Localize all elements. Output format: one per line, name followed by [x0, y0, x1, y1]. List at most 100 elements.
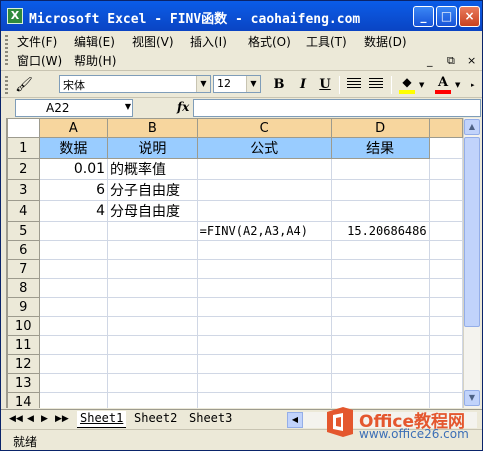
cell-c1[interactable]: 公式: [196, 137, 332, 159]
cell[interactable]: [428, 137, 463, 159]
chevron-down-icon[interactable]: ▼: [125, 102, 131, 111]
cell[interactable]: [196, 392, 332, 408]
cell[interactable]: [107, 297, 198, 317]
cell-b2[interactable]: 的概率值: [107, 158, 198, 180]
row-header[interactable]: 10: [7, 316, 40, 336]
row-header[interactable]: 5: [7, 221, 40, 241]
formula-input[interactable]: [193, 99, 481, 117]
column-header-d[interactable]: D: [330, 118, 430, 138]
close-button[interactable]: ×: [459, 6, 480, 27]
cell[interactable]: [330, 335, 430, 355]
font-size-select[interactable]: 12 ▼: [213, 75, 261, 93]
cell[interactable]: [38, 373, 109, 393]
title-bar[interactable]: X Microsoft Excel - FINV函数 - caohaifeng.…: [1, 1, 482, 31]
cell[interactable]: [107, 354, 198, 374]
row-header[interactable]: 2: [7, 158, 40, 180]
chevron-down-icon[interactable]: ▼: [196, 76, 210, 92]
cell[interactable]: [330, 259, 430, 279]
column-header-c[interactable]: C: [196, 118, 332, 138]
cell[interactable]: [38, 335, 109, 355]
scroll-up-button[interactable]: ▲: [464, 119, 480, 135]
column-header-b[interactable]: B: [107, 118, 198, 138]
cell[interactable]: [38, 240, 109, 260]
menu-data[interactable]: 数据(D): [364, 33, 407, 51]
cell-d3[interactable]: [330, 179, 430, 201]
chevron-down-icon[interactable]: ▼: [455, 81, 460, 89]
cell-a2[interactable]: 0.01: [38, 158, 109, 180]
cell-c4[interactable]: [196, 200, 332, 222]
cell[interactable]: [428, 259, 463, 279]
cell-a1[interactable]: 数据: [38, 137, 109, 159]
excel-app-icon[interactable]: X: [7, 8, 23, 24]
chevron-down-icon[interactable]: ▼: [246, 76, 260, 92]
vertical-scrollbar[interactable]: ▲ ▼: [463, 118, 480, 408]
maximize-button[interactable]: □: [436, 6, 457, 27]
underline-button[interactable]: U: [315, 76, 335, 94]
font-color-button[interactable]: A: [433, 75, 453, 95]
row-header[interactable]: 7: [7, 259, 40, 279]
doc-restore-button[interactable]: ⧉: [447, 54, 455, 68]
cell-d1[interactable]: 结果: [330, 137, 430, 159]
next-sheet-icon[interactable]: ▶: [41, 414, 48, 424]
cell-d2[interactable]: [330, 158, 430, 180]
cell[interactable]: [428, 354, 463, 374]
cell[interactable]: [330, 278, 430, 298]
cell[interactable]: [38, 278, 109, 298]
cell[interactable]: [196, 297, 332, 317]
cell[interactable]: [428, 200, 463, 222]
cell[interactable]: [38, 259, 109, 279]
menu-help[interactable]: 帮助(H): [74, 52, 116, 70]
scroll-left-button[interactable]: ◀: [287, 412, 303, 428]
toolbar-grip-handle[interactable]: [5, 76, 8, 94]
cell[interactable]: [428, 240, 463, 260]
doc-minimize-button[interactable]: _: [427, 54, 433, 67]
row-header[interactable]: 8: [7, 278, 40, 298]
toolbar-options-icon[interactable]: ▸: [471, 81, 475, 89]
cell[interactable]: [428, 278, 463, 298]
cell[interactable]: [196, 278, 332, 298]
row-header[interactable]: 13: [7, 373, 40, 393]
cell[interactable]: [330, 297, 430, 317]
cell-c2[interactable]: [196, 158, 332, 180]
tab-sheet1[interactable]: Sheet1: [77, 411, 127, 428]
format-painter-icon[interactable]: 🖌: [13, 76, 35, 94]
cell-d4[interactable]: [330, 200, 430, 222]
cell-a5[interactable]: [38, 221, 109, 241]
cell[interactable]: [107, 259, 198, 279]
cell-a4[interactable]: 4: [38, 200, 109, 222]
column-header-e[interactable]: [428, 118, 463, 138]
cell[interactable]: [196, 373, 332, 393]
cell[interactable]: [196, 316, 332, 336]
cell[interactable]: [428, 316, 463, 336]
cell[interactable]: [428, 179, 463, 201]
chevron-down-icon[interactable]: ▼: [419, 81, 424, 89]
row-header[interactable]: 12: [7, 354, 40, 374]
cell[interactable]: [107, 278, 198, 298]
cell[interactable]: [196, 335, 332, 355]
cell[interactable]: [428, 221, 463, 241]
cell-c5[interactable]: =FINV(A2,A3,A4): [196, 221, 332, 241]
cell-b1[interactable]: 说明: [107, 137, 198, 159]
cell[interactable]: [38, 316, 109, 336]
align-left-icon[interactable]: [347, 78, 361, 90]
worksheet-grid[interactable]: A B C D 1 数据 说明 公式 结果 2 0.01 的概率值 3 6 分子…: [6, 118, 463, 408]
doc-close-button[interactable]: ×: [467, 54, 476, 67]
menu-view[interactable]: 视图(V): [132, 33, 174, 51]
last-sheet-icon[interactable]: ▶▶: [55, 414, 69, 424]
align-center-icon[interactable]: [369, 78, 383, 90]
cell-a3[interactable]: 6: [38, 179, 109, 201]
menu-format[interactable]: 格式(O): [248, 33, 291, 51]
first-sheet-icon[interactable]: ◀◀: [9, 414, 23, 424]
select-all-corner[interactable]: [7, 118, 40, 138]
row-header[interactable]: 11: [7, 335, 40, 355]
row-header[interactable]: 9: [7, 297, 40, 317]
cell-b5[interactable]: [107, 221, 198, 241]
column-header-a[interactable]: A: [38, 118, 109, 138]
menu-window[interactable]: 窗口(W): [17, 52, 62, 70]
bold-button[interactable]: B: [269, 76, 289, 94]
minimize-button[interactable]: _: [413, 6, 434, 27]
cell-b4[interactable]: 分母自由度: [107, 200, 198, 222]
row-header[interactable]: 6: [7, 240, 40, 260]
cell[interactable]: [330, 316, 430, 336]
cell[interactable]: [196, 259, 332, 279]
